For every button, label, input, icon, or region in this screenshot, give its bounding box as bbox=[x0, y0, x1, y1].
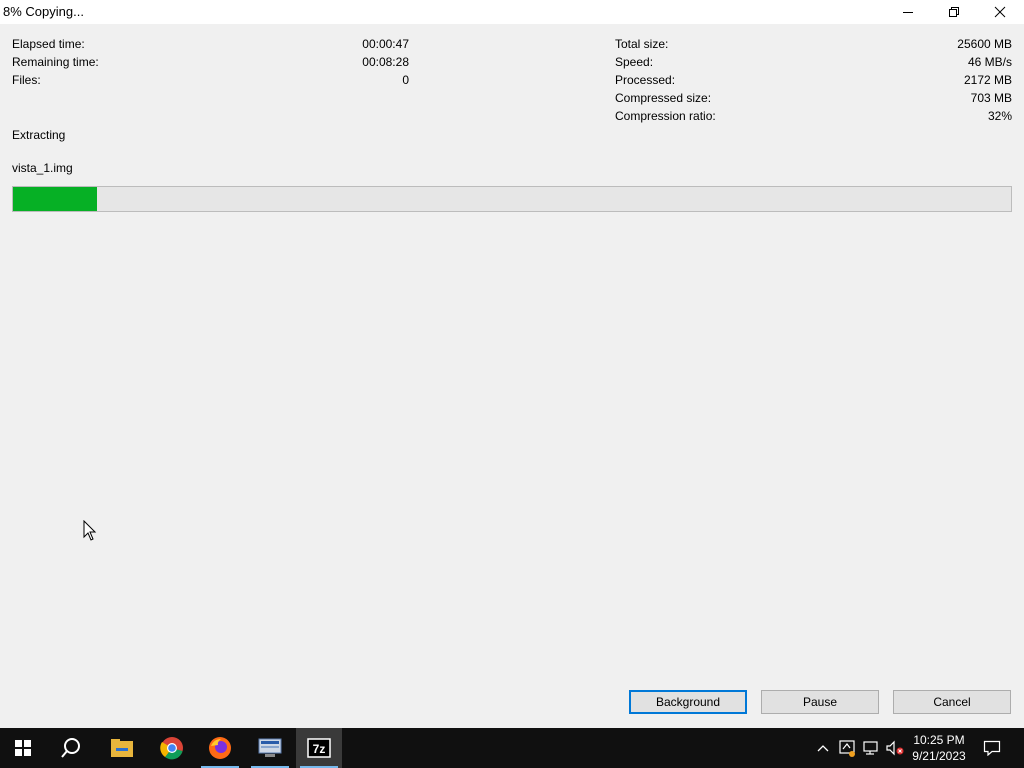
speed-label: Speed: bbox=[615, 55, 654, 69]
7zip-icon: 7z bbox=[307, 738, 331, 758]
search-button[interactable] bbox=[48, 728, 94, 768]
mouse-cursor-icon bbox=[83, 520, 97, 541]
taskbar-network-app[interactable] bbox=[247, 728, 293, 768]
network-app-icon bbox=[258, 738, 282, 757]
remaining-time-label: Remaining time: bbox=[12, 55, 99, 69]
progress-bar-fill bbox=[13, 187, 97, 211]
taskbar-file-explorer[interactable] bbox=[99, 728, 145, 768]
elapsed-time-label: Elapsed time: bbox=[12, 37, 85, 51]
processed-label: Processed: bbox=[615, 73, 676, 87]
operation-label: Extracting bbox=[12, 128, 66, 142]
taskbar-clock[interactable]: 10:25 PM 9/21/2023 bbox=[903, 732, 975, 764]
window-title: 8% Copying... bbox=[3, 4, 84, 19]
volume-muted-icon bbox=[886, 740, 904, 756]
restore-icon bbox=[949, 7, 959, 17]
notifications-button[interactable] bbox=[978, 728, 1006, 768]
compressed-size-label: Compressed size: bbox=[615, 91, 712, 105]
minimize-icon bbox=[903, 12, 913, 13]
start-icon bbox=[15, 740, 31, 756]
files-value: 0 bbox=[402, 73, 409, 87]
progress-bar bbox=[12, 186, 1012, 212]
minimize-button[interactable] bbox=[885, 0, 931, 24]
chevron-up-icon bbox=[817, 745, 829, 752]
background-button[interactable]: Background bbox=[629, 690, 747, 714]
taskbar: 7z 10:25 PM 9/21/2023 bbox=[0, 728, 1024, 768]
search-icon bbox=[61, 738, 80, 758]
close-button[interactable] bbox=[977, 0, 1023, 24]
processed-value: 2172 MB bbox=[963, 73, 1012, 87]
compression-ratio-value: 32% bbox=[987, 109, 1012, 123]
close-icon bbox=[994, 6, 1006, 18]
notification-icon bbox=[983, 740, 1001, 756]
tray-app[interactable] bbox=[836, 728, 858, 768]
title-bar: 8% Copying... bbox=[0, 0, 1024, 24]
firefox-icon bbox=[209, 737, 231, 759]
elapsed-time-value: 00:00:47 bbox=[362, 37, 409, 51]
tray-app-icon bbox=[839, 740, 855, 757]
taskbar-firefox[interactable] bbox=[197, 728, 243, 768]
taskbar-chrome[interactable] bbox=[149, 728, 195, 768]
network-icon bbox=[863, 741, 878, 755]
svg-text:7z: 7z bbox=[313, 742, 326, 756]
show-hidden-icons-button[interactable] bbox=[813, 728, 833, 768]
remaining-time-value: 00:08:28 bbox=[362, 55, 409, 69]
start-button[interactable] bbox=[0, 728, 46, 768]
file-explorer-icon bbox=[111, 739, 133, 757]
speed-value: 46 MB/s bbox=[967, 55, 1012, 69]
cancel-button[interactable]: Cancel bbox=[893, 690, 1011, 714]
total-size-value: 25600 MB bbox=[957, 37, 1012, 51]
compression-ratio-label: Compression ratio: bbox=[615, 109, 716, 123]
restore-button[interactable] bbox=[931, 0, 977, 24]
compressed-size-value: 703 MB bbox=[970, 91, 1012, 105]
pause-button[interactable]: Pause bbox=[761, 690, 879, 714]
clock-time: 10:25 PM bbox=[913, 733, 965, 747]
files-label: Files: bbox=[12, 73, 41, 87]
network-tray[interactable] bbox=[860, 728, 882, 768]
current-file-name: vista_1.img bbox=[12, 161, 73, 175]
taskbar-7zip[interactable]: 7z bbox=[296, 728, 342, 768]
clock-date: 9/21/2023 bbox=[912, 749, 966, 763]
total-size-label: Total size: bbox=[615, 37, 669, 51]
chrome-icon bbox=[160, 737, 183, 760]
